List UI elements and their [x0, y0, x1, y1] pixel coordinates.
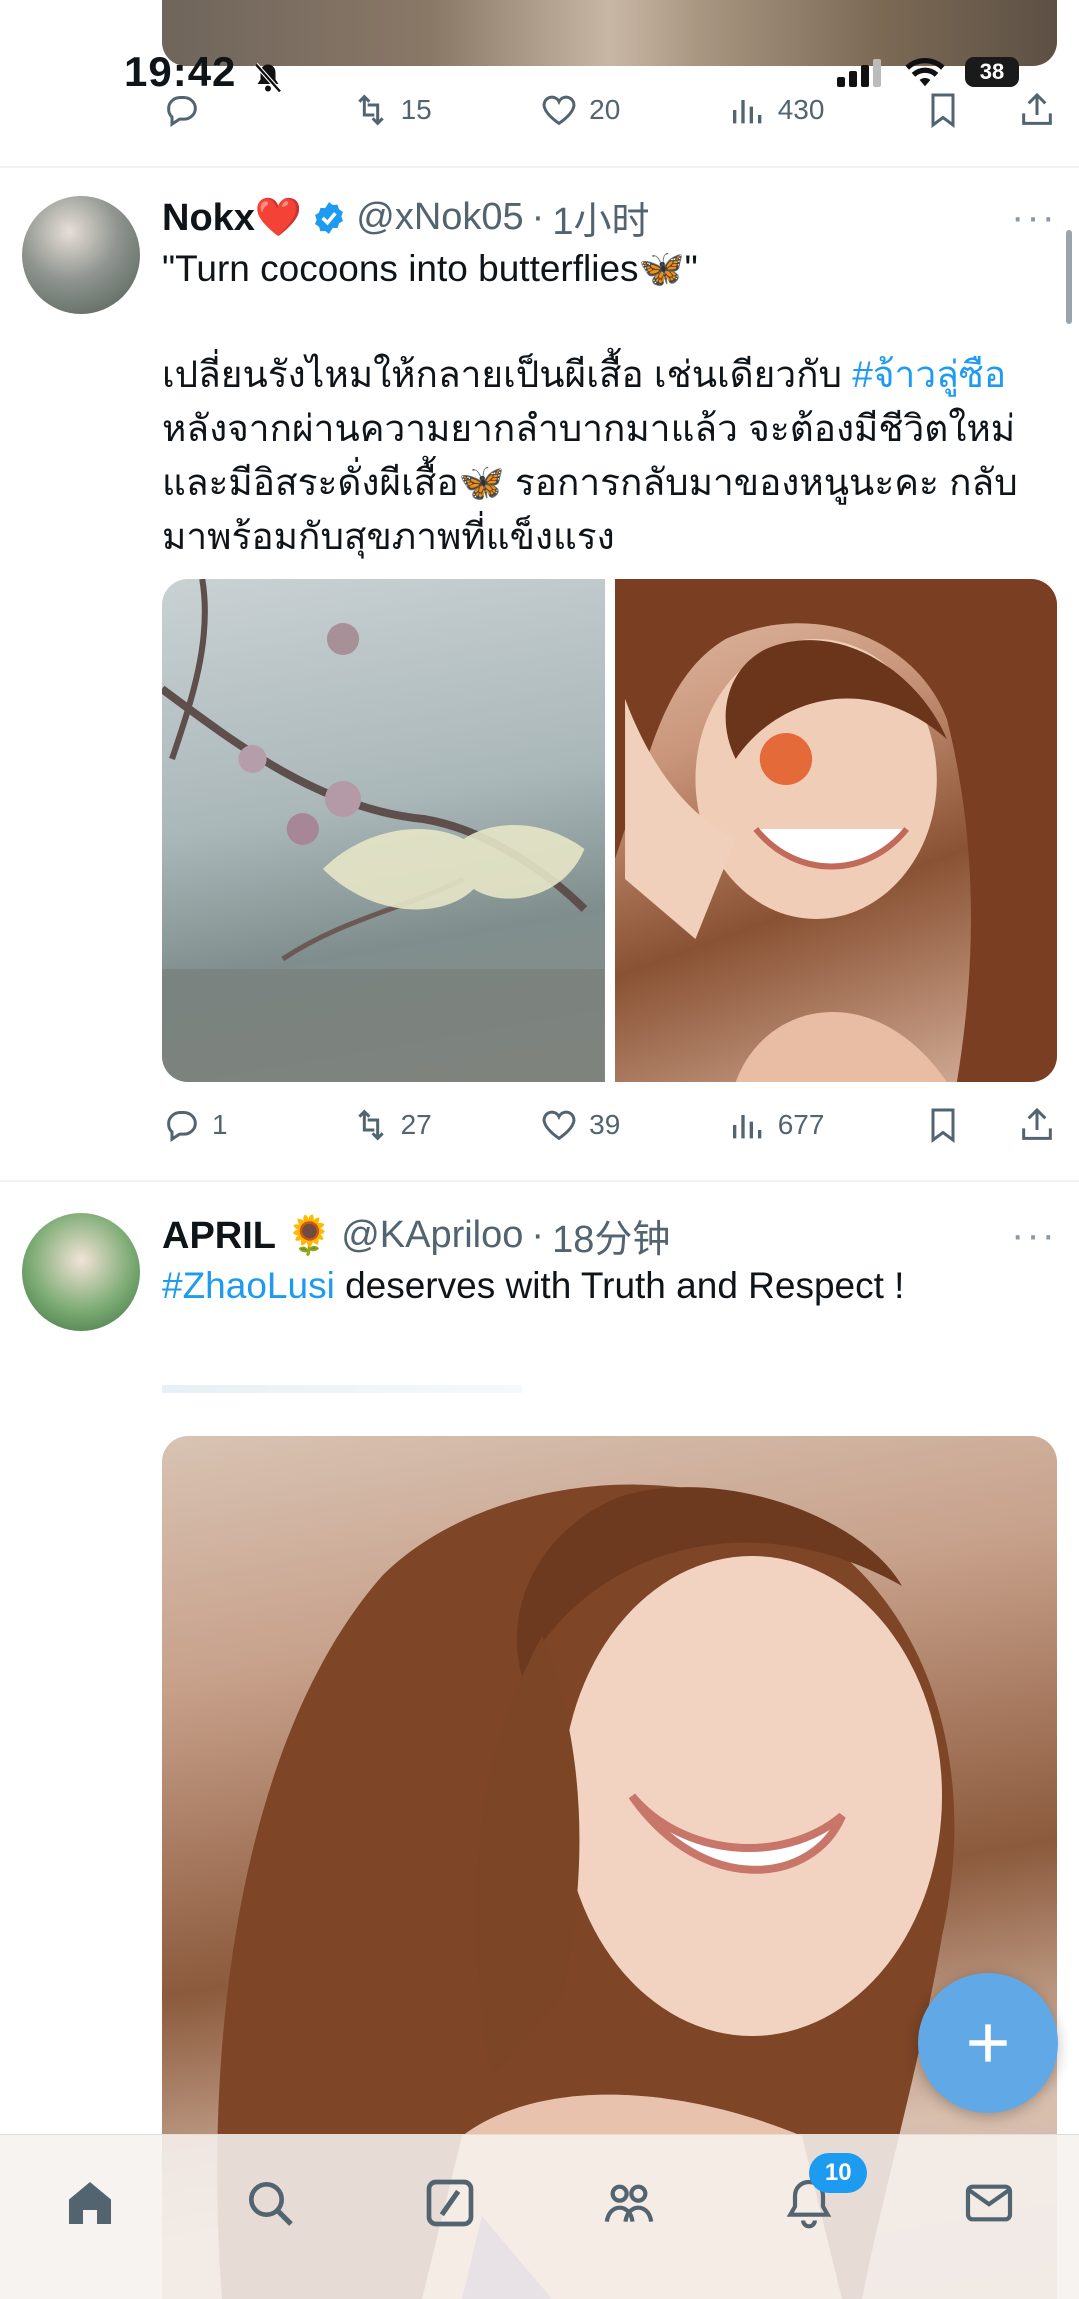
retweet-button[interactable]: 27: [351, 1105, 441, 1145]
communities-icon: [605, 2184, 654, 2223]
views-button[interactable]: 677: [728, 1105, 825, 1145]
grok-icon: [426, 2179, 473, 2227]
more-options-icon[interactable]: ···: [1011, 1213, 1057, 1258]
nav-search[interactable]: [230, 2163, 310, 2243]
tweet-text-part2: หลังจากผ่านความยากลำบากมาแล้ว จะต้องมีชี…: [162, 408, 1018, 557]
views-count: 430: [777, 94, 825, 125]
avatar[interactable]: [22, 1213, 140, 1331]
reply-count: 1: [212, 1109, 228, 1140]
signal-icon: [837, 59, 881, 87]
share-icon[interactable]: [1017, 90, 1057, 130]
like-button[interactable]: 20: [539, 90, 629, 130]
tweet1-actions: 1 27 39 677: [162, 1100, 1057, 1150]
views-icon: [732, 100, 762, 124]
dot-separator: ·: [531, 196, 545, 238]
dot-separator: ·: [531, 1214, 545, 1256]
photo-moth[interactable]: [162, 579, 605, 1082]
search-icon: [248, 2182, 293, 2226]
tweet2-body: #ZhaoLusi deserves with Truth and Respec…: [162, 1259, 1057, 1313]
handle[interactable]: @KApriloo: [341, 1214, 523, 1257]
hashtag-link[interactable]: #ZhaoLusi: [162, 1265, 335, 1306]
divider: [0, 1180, 1079, 1182]
nav-notifications[interactable]: 10: [769, 2153, 868, 2243]
tweet-text-part1: เปลี่ยนรังไหมให้กลายเป็นผีเสื้อ เช่นเดีย…: [162, 354, 853, 395]
display-name[interactable]: APRIL 🌻: [162, 1214, 333, 1258]
retweet-button[interactable]: 15: [351, 90, 441, 130]
compose-tweet-button[interactable]: [918, 1973, 1058, 2113]
tweet-header: APRIL 🌻 @KApriloo · 18分钟 ···: [162, 1208, 1057, 1263]
bookmark-icon[interactable]: [923, 1105, 963, 1145]
timestamp[interactable]: 1小时: [552, 190, 649, 245]
tweet-body: เปลี่ยนรังไหมให้กลายเป็นผีเสื้อ เช่นเดีย…: [162, 348, 1057, 564]
retweet-count: 27: [400, 1109, 432, 1140]
like-button[interactable]: 39: [539, 1105, 629, 1145]
faint-line: [162, 1385, 522, 1393]
bookmark-icon[interactable]: [923, 90, 963, 130]
heart-icon: [542, 1110, 576, 1141]
reply-icon: [167, 96, 197, 127]
reply-button[interactable]: 1: [162, 1105, 252, 1145]
nav-messages[interactable]: [949, 2163, 1029, 2243]
notification-badge: 10: [809, 2153, 868, 2193]
divider: [0, 166, 1079, 168]
status-icons: 38: [835, 56, 1019, 88]
views-button[interactable]: 430: [728, 90, 825, 130]
prev-tweet-actions: 15 20 430: [162, 85, 1057, 135]
reply-button[interactable]: [162, 90, 252, 130]
nav-grok[interactable]: [410, 2163, 490, 2243]
like-count: 39: [589, 1109, 621, 1140]
heart-icon: [542, 95, 576, 126]
tweet-line1: "Turn cocoons into butterflies🦋": [162, 248, 698, 289]
tweet-header: Nokx❤️ @xNok05 · 1小时 ···: [162, 190, 1057, 245]
battery-indicator: 38: [965, 57, 1019, 87]
reply-icon: [167, 1111, 197, 1142]
tweet-media-grid: [162, 579, 1057, 1082]
handle[interactable]: @xNok05: [356, 196, 523, 239]
views-icon: [732, 1115, 762, 1139]
bottom-navigation: 10: [0, 2134, 1079, 2299]
home-icon: [68, 2182, 111, 2224]
scrollbar[interactable]: [1066, 230, 1072, 324]
display-name[interactable]: Nokx❤️: [162, 196, 302, 240]
plus-icon: [969, 2024, 1007, 2062]
more-options-icon[interactable]: ···: [1011, 195, 1057, 240]
photo-smiling-woman[interactable]: [614, 579, 1057, 1082]
portrait-illustration: [614, 579, 1057, 1082]
retweet-icon: [357, 1109, 384, 1141]
retweet-icon: [357, 94, 384, 126]
timestamp[interactable]: 18分钟: [552, 1208, 670, 1263]
wifi-icon: [905, 57, 945, 87]
nav-communities[interactable]: [589, 2163, 669, 2243]
hashtag-link[interactable]: #จ้าวลู่ซือ: [852, 354, 1006, 395]
verified-badge-icon: [315, 201, 344, 234]
like-count: 20: [589, 94, 621, 125]
tweet-text: deserves with Truth and Respect !: [334, 1265, 905, 1306]
retweet-count: 15: [400, 94, 432, 125]
avatar[interactable]: [22, 196, 140, 314]
views-count: 677: [777, 1109, 825, 1140]
mail-icon: [965, 2184, 1013, 2222]
nav-home[interactable]: [50, 2163, 130, 2243]
moth-illustration: [162, 579, 605, 1082]
share-icon[interactable]: [1017, 1105, 1057, 1145]
